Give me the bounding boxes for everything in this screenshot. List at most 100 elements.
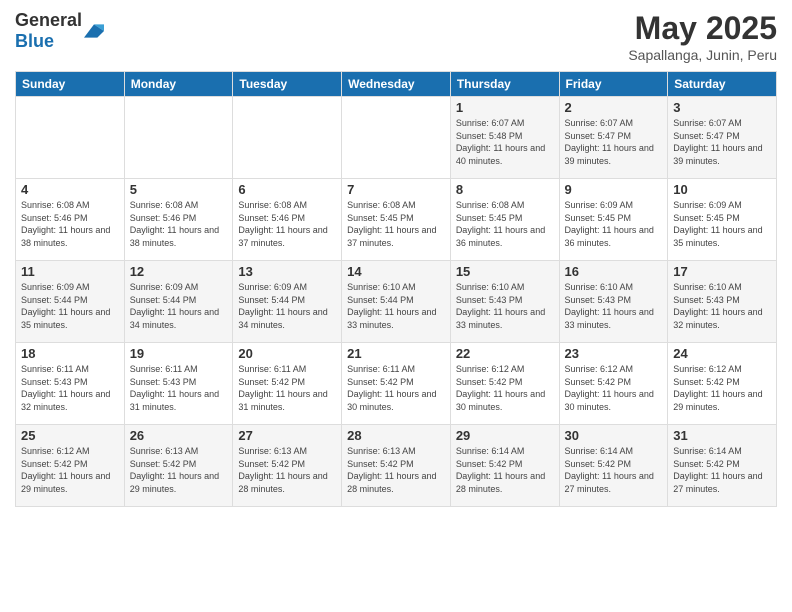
cell-w3-d6: 16 Sunrise: 6:10 AM Sunset: 5:43 PM Dayli… xyxy=(559,261,668,343)
week-row-3: 11 Sunrise: 6:09 AM Sunset: 5:44 PM Dayli… xyxy=(16,261,777,343)
cell-w2-d7: 10 Sunrise: 6:09 AM Sunset: 5:45 PM Dayli… xyxy=(668,179,777,261)
day-info-12: Sunrise: 6:09 AM Sunset: 5:44 PM Dayligh… xyxy=(130,281,228,331)
header-monday: Monday xyxy=(124,72,233,97)
calendar-page: General Blue May 2025 Sapallanga, Junin,… xyxy=(0,0,792,612)
cell-w5-d6: 30 Sunrise: 6:14 AM Sunset: 5:42 PM Dayli… xyxy=(559,425,668,507)
week-row-1: 1Sunrise: 6:07 AM Sunset: 5:48 PM Daylig… xyxy=(16,97,777,179)
day-info-2: Sunrise: 6:07 AM Sunset: 5:47 PM Dayligh… xyxy=(565,117,663,167)
cell-w4-d2: 19Sunrise: 6:11 AM Sunset: 5:43 PM Dayli… xyxy=(124,343,233,425)
cell-w3-d3: 13 Sunrise: 6:09 AM Sunset: 5:44 PM Dayli… xyxy=(233,261,342,343)
month-title: May 2025 xyxy=(628,10,777,47)
logo-blue-text: Blue xyxy=(15,31,54,51)
day-num-20: 20 xyxy=(238,346,336,361)
cell-w5-d7: 31 Sunrise: 6:14 AM Sunset: 5:42 PM Dayli… xyxy=(668,425,777,507)
cell-w4-d6: 23 Sunrise: 6:12 AM Sunset: 5:42 PM Dayli… xyxy=(559,343,668,425)
cell-w4-d3: 20 Sunrise: 6:11 AM Sunset: 5:42 PM Dayli… xyxy=(233,343,342,425)
cell-w2-d2: 5 Sunrise: 6:08 AM Sunset: 5:46 PM Daylig… xyxy=(124,179,233,261)
day-info-21: Sunrise: 6:11 AM Sunset: 5:42 PM Dayligh… xyxy=(347,363,445,413)
day-info-18: Sunrise: 6:11 AM Sunset: 5:43 PM Dayligh… xyxy=(21,363,119,413)
logo-general-text: General xyxy=(15,10,82,30)
cell-w5-d5: 29Sunrise: 6:14 AM Sunset: 5:42 PM Dayli… xyxy=(450,425,559,507)
day-num-4: 4 xyxy=(21,182,119,197)
day-num-9: 9 xyxy=(565,182,663,197)
day-num-25: 25 xyxy=(21,428,119,443)
day-info-16: Sunrise: 6:10 AM Sunset: 5:43 PM Dayligh… xyxy=(565,281,663,331)
day-info-27: Sunrise: 6:13 AM Sunset: 5:42 PM Dayligh… xyxy=(238,445,336,495)
day-num-27: 27 xyxy=(238,428,336,443)
day-info-10: Sunrise: 6:09 AM Sunset: 5:45 PM Dayligh… xyxy=(673,199,771,249)
location-subtitle: Sapallanga, Junin, Peru xyxy=(628,47,777,63)
day-info-28: Sunrise: 6:13 AM Sunset: 5:42 PM Dayligh… xyxy=(347,445,445,495)
day-info-7: Sunrise: 6:08 AM Sunset: 5:45 PM Dayligh… xyxy=(347,199,445,249)
header-saturday: Saturday xyxy=(668,72,777,97)
day-num-30: 30 xyxy=(565,428,663,443)
cell-w1-d7: 3 Sunrise: 6:07 AM Sunset: 5:47 PM Daylig… xyxy=(668,97,777,179)
day-num-5: 5 xyxy=(130,182,228,197)
day-num-24: 24 xyxy=(673,346,771,361)
logo: General Blue xyxy=(15,10,104,52)
cell-w1-d3 xyxy=(233,97,342,179)
day-info-22: Sunrise: 6:12 AM Sunset: 5:42 PM Dayligh… xyxy=(456,363,554,413)
day-num-10: 10 xyxy=(673,182,771,197)
day-info-3: Sunrise: 6:07 AM Sunset: 5:47 PM Dayligh… xyxy=(673,117,771,167)
cell-w5-d4: 28 Sunrise: 6:13 AM Sunset: 5:42 PM Dayli… xyxy=(342,425,451,507)
cell-w4-d1: 18 Sunrise: 6:11 AM Sunset: 5:43 PM Dayli… xyxy=(16,343,125,425)
day-num-3: 3 xyxy=(673,100,771,115)
day-info-23: Sunrise: 6:12 AM Sunset: 5:42 PM Dayligh… xyxy=(565,363,663,413)
day-info-26: Sunrise: 6:13 AM Sunset: 5:42 PM Dayligh… xyxy=(130,445,228,495)
day-info-31: Sunrise: 6:14 AM Sunset: 5:42 PM Dayligh… xyxy=(673,445,771,495)
cell-w4-d5: 22Sunrise: 6:12 AM Sunset: 5:42 PM Dayli… xyxy=(450,343,559,425)
calendar-table: Sunday Monday Tuesday Wednesday Thursday… xyxy=(15,71,777,507)
cell-w1-d5: 1Sunrise: 6:07 AM Sunset: 5:48 PM Daylig… xyxy=(450,97,559,179)
cell-w5-d1: 25Sunrise: 6:12 AM Sunset: 5:42 PM Dayli… xyxy=(16,425,125,507)
day-info-24: Sunrise: 6:12 AM Sunset: 5:42 PM Dayligh… xyxy=(673,363,771,413)
day-num-15: 15 xyxy=(456,264,554,279)
cell-w3-d7: 17Sunrise: 6:10 AM Sunset: 5:43 PM Dayli… xyxy=(668,261,777,343)
cell-w3-d5: 15 Sunrise: 6:10 AM Sunset: 5:43 PM Dayli… xyxy=(450,261,559,343)
cell-w5-d2: 26 Sunrise: 6:13 AM Sunset: 5:42 PM Dayli… xyxy=(124,425,233,507)
day-num-13: 13 xyxy=(238,264,336,279)
week-row-5: 25Sunrise: 6:12 AM Sunset: 5:42 PM Dayli… xyxy=(16,425,777,507)
day-num-18: 18 xyxy=(21,346,119,361)
day-num-29: 29 xyxy=(456,428,554,443)
day-num-11: 11 xyxy=(21,264,119,279)
cell-w1-d6: 2 Sunrise: 6:07 AM Sunset: 5:47 PM Daylig… xyxy=(559,97,668,179)
cell-w2-d4: 7 Sunrise: 6:08 AM Sunset: 5:45 PM Daylig… xyxy=(342,179,451,261)
day-info-19: Sunrise: 6:11 AM Sunset: 5:43 PM Dayligh… xyxy=(130,363,228,413)
day-info-20: Sunrise: 6:11 AM Sunset: 5:42 PM Dayligh… xyxy=(238,363,336,413)
day-info-30: Sunrise: 6:14 AM Sunset: 5:42 PM Dayligh… xyxy=(565,445,663,495)
day-info-14: Sunrise: 6:10 AM Sunset: 5:44 PM Dayligh… xyxy=(347,281,445,331)
day-num-8: 8 xyxy=(456,182,554,197)
week-row-2: 4 Sunrise: 6:08 AM Sunset: 5:46 PM Daylig… xyxy=(16,179,777,261)
day-num-17: 17 xyxy=(673,264,771,279)
day-num-23: 23 xyxy=(565,346,663,361)
header: General Blue May 2025 Sapallanga, Junin,… xyxy=(15,10,777,63)
day-info-5: Sunrise: 6:08 AM Sunset: 5:46 PM Dayligh… xyxy=(130,199,228,249)
day-num-2: 2 xyxy=(565,100,663,115)
day-num-28: 28 xyxy=(347,428,445,443)
day-num-31: 31 xyxy=(673,428,771,443)
cell-w1-d4 xyxy=(342,97,451,179)
cell-w1-d1 xyxy=(16,97,125,179)
header-tuesday: Tuesday xyxy=(233,72,342,97)
day-info-9: Sunrise: 6:09 AM Sunset: 5:45 PM Dayligh… xyxy=(565,199,663,249)
title-block: May 2025 Sapallanga, Junin, Peru xyxy=(628,10,777,63)
day-info-15: Sunrise: 6:10 AM Sunset: 5:43 PM Dayligh… xyxy=(456,281,554,331)
header-sunday: Sunday xyxy=(16,72,125,97)
cell-w2-d1: 4Sunrise: 6:08 AM Sunset: 5:46 PM Daylig… xyxy=(16,179,125,261)
cell-w4-d4: 21Sunrise: 6:11 AM Sunset: 5:42 PM Dayli… xyxy=(342,343,451,425)
day-info-13: Sunrise: 6:09 AM Sunset: 5:44 PM Dayligh… xyxy=(238,281,336,331)
cell-w4-d7: 24 Sunrise: 6:12 AM Sunset: 5:42 PM Dayli… xyxy=(668,343,777,425)
cell-w1-d2 xyxy=(124,97,233,179)
day-num-26: 26 xyxy=(130,428,228,443)
day-info-11: Sunrise: 6:09 AM Sunset: 5:44 PM Dayligh… xyxy=(21,281,119,331)
cell-w2-d6: 9 Sunrise: 6:09 AM Sunset: 5:45 PM Daylig… xyxy=(559,179,668,261)
day-num-12: 12 xyxy=(130,264,228,279)
cell-w5-d3: 27 Sunrise: 6:13 AM Sunset: 5:42 PM Dayli… xyxy=(233,425,342,507)
cell-w2-d3: 6Sunrise: 6:08 AM Sunset: 5:46 PM Daylig… xyxy=(233,179,342,261)
day-info-6: Sunrise: 6:08 AM Sunset: 5:46 PM Dayligh… xyxy=(238,199,336,249)
week-row-4: 18 Sunrise: 6:11 AM Sunset: 5:43 PM Dayli… xyxy=(16,343,777,425)
day-num-14: 14 xyxy=(347,264,445,279)
day-num-7: 7 xyxy=(347,182,445,197)
day-num-16: 16 xyxy=(565,264,663,279)
